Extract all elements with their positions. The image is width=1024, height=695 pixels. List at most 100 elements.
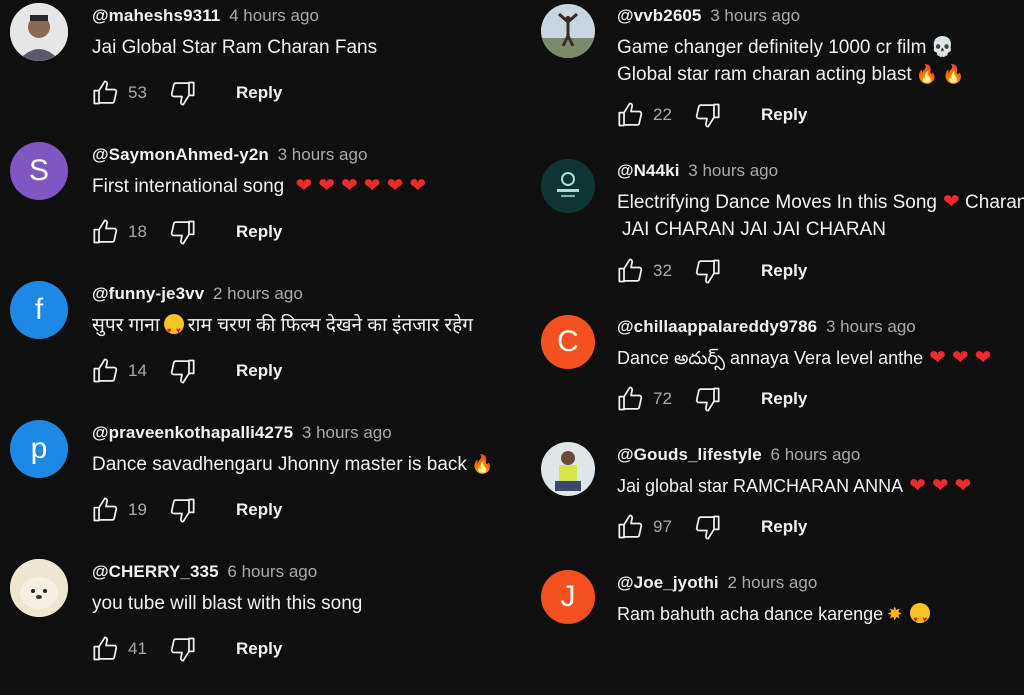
thumbs-up-icon bbox=[93, 219, 118, 244]
like-button[interactable] bbox=[92, 496, 120, 524]
heart-emoji-icon: ❤ bbox=[409, 175, 427, 197]
timestamp[interactable]: 3 hours ago bbox=[826, 317, 916, 336]
reply-button[interactable]: Reply bbox=[761, 105, 807, 125]
like-count: 72 bbox=[653, 389, 672, 408]
comment-item: C @chillaappalareddy9786 3 hours ago Dan… bbox=[520, 311, 1024, 450]
collision-emoji-icon: ✸ bbox=[887, 604, 903, 624]
timestamp[interactable]: 3 hours ago bbox=[710, 6, 800, 25]
author-handle[interactable]: @N44ki bbox=[617, 161, 680, 180]
author-handle[interactable]: @SaymonAhmed-y2n bbox=[92, 145, 269, 164]
thumbs-up-icon bbox=[618, 514, 643, 539]
heart-emoji-icon: ❤ bbox=[341, 175, 358, 197]
thumbs-down-icon bbox=[170, 81, 195, 106]
comment-text-content: Ram bahuth acha dance karenge bbox=[617, 604, 884, 624]
comment-line: Electrifying Dance Moves In this Song ❤ C… bbox=[617, 189, 1024, 216]
dislike-button[interactable] bbox=[693, 385, 721, 413]
comment-item: J @Joe_jyothi 2 hours ago Ram bahuth ach… bbox=[520, 567, 1024, 683]
comment-header: @maheshs9311 4 hours ago bbox=[92, 6, 319, 26]
comment-header: @funny-je3vv 2 hours ago bbox=[92, 284, 303, 304]
author-handle[interactable]: @CHERRY_335 bbox=[92, 562, 219, 581]
dislike-button[interactable] bbox=[693, 513, 721, 541]
like-button[interactable] bbox=[617, 101, 645, 129]
comment-text: Ram bahuth acha dance karenge ✸ bbox=[617, 601, 934, 633]
dislike-button[interactable] bbox=[693, 257, 721, 285]
timestamp[interactable]: 6 hours ago bbox=[771, 445, 861, 464]
author-handle[interactable]: @praveenkothapalli4275 bbox=[92, 423, 293, 442]
reply-button[interactable]: Reply bbox=[236, 222, 282, 242]
avatar[interactable] bbox=[10, 3, 68, 61]
comment-text-content: First international song bbox=[92, 176, 285, 197]
author-handle[interactable]: @funny-je3vv bbox=[92, 284, 204, 303]
reply-button[interactable]: Reply bbox=[761, 261, 807, 281]
timestamp[interactable]: 3 hours ago bbox=[278, 145, 368, 164]
reply-button[interactable]: Reply bbox=[236, 500, 282, 520]
heart-emoji-icon: ❤ bbox=[363, 175, 381, 197]
comment-line: Global star ram charan acting blast 🔥 🔥 bbox=[617, 61, 964, 88]
comment-text: First international song ❤ ❤ ❤ ❤ ❤ ❤ bbox=[92, 173, 426, 200]
comment-actions: 72 Reply bbox=[617, 384, 807, 414]
thumbs-down-icon bbox=[695, 259, 720, 284]
reply-button[interactable]: Reply bbox=[236, 361, 282, 381]
comment-text: Electrifying Dance Moves In this Song ❤ C… bbox=[617, 189, 1024, 243]
reply-button[interactable]: Reply bbox=[761, 389, 807, 409]
thumbs-down-icon bbox=[170, 220, 195, 245]
timestamp[interactable]: 4 hours ago bbox=[229, 6, 319, 25]
comment-text: Jai global star RAMCHARAN ANNA ❤ ❤ ❤ bbox=[617, 473, 971, 500]
comment-text-part: राम चरण की फिल्म देखने का इंतजार रहेग bbox=[187, 315, 473, 336]
fire-emoji-icon: 🔥 bbox=[915, 64, 939, 84]
comment-header: @Joe_jyothi 2 hours ago bbox=[617, 573, 817, 593]
reply-button[interactable]: Reply bbox=[236, 639, 282, 659]
avatar[interactable]: S bbox=[10, 142, 68, 200]
avatar[interactable]: p bbox=[10, 420, 68, 478]
author-handle[interactable]: @chillaappalareddy9786 bbox=[617, 317, 817, 336]
avatar[interactable] bbox=[541, 159, 595, 213]
dislike-button[interactable] bbox=[168, 635, 196, 663]
avatar[interactable]: C bbox=[541, 315, 595, 369]
avatar[interactable]: J bbox=[541, 570, 595, 624]
thumbs-up-icon bbox=[93, 497, 118, 522]
like-button[interactable] bbox=[617, 257, 645, 285]
comment-text-content: Dance అదుర్స్ annaya Vera level anthe bbox=[617, 348, 924, 368]
avatar[interactable] bbox=[541, 4, 595, 58]
heart-emoji-icon: ❤ bbox=[951, 347, 969, 369]
comment-text-part: सुपर गाना bbox=[92, 315, 160, 336]
comment-header: @praveenkothapalli4275 3 hours ago bbox=[92, 423, 392, 443]
timestamp[interactable]: 2 hours ago bbox=[213, 284, 303, 303]
like-button[interactable] bbox=[617, 513, 645, 541]
timestamp[interactable]: 3 hours ago bbox=[302, 423, 392, 442]
dislike-button[interactable] bbox=[168, 218, 196, 246]
fire-emoji-icon: 🔥 bbox=[942, 64, 965, 84]
reply-button[interactable]: Reply bbox=[761, 517, 807, 537]
timestamp[interactable]: 3 hours ago bbox=[688, 161, 778, 180]
like-button[interactable] bbox=[92, 635, 120, 663]
timestamp[interactable]: 6 hours ago bbox=[227, 562, 317, 581]
comment-item: @Gouds_lifestyle 6 hours ago Jai global … bbox=[520, 439, 1024, 578]
author-handle[interactable]: @Joe_jyothi bbox=[617, 573, 719, 592]
dislike-button[interactable] bbox=[693, 101, 721, 129]
comment-text-content: Global star ram charan acting blast bbox=[617, 64, 912, 85]
author-handle[interactable]: @maheshs9311 bbox=[92, 6, 220, 25]
like-button[interactable] bbox=[617, 385, 645, 413]
comment-item: @vvb2605 3 hours ago Game changer defini… bbox=[520, 0, 1024, 139]
like-count: 22 bbox=[653, 105, 672, 124]
comment-header: @chillaappalareddy9786 3 hours ago bbox=[617, 317, 916, 337]
avatar[interactable] bbox=[541, 442, 595, 496]
like-button[interactable] bbox=[92, 79, 120, 107]
comment-text: Game changer definitely 1000 cr film 💀 Gl… bbox=[617, 34, 964, 88]
avatar[interactable] bbox=[10, 559, 68, 617]
like-button[interactable] bbox=[92, 357, 120, 385]
heart-emoji-icon: ❤ bbox=[318, 175, 336, 197]
comment-actions: 19 Reply bbox=[92, 495, 282, 525]
like-count: 19 bbox=[128, 500, 147, 519]
heart-emoji-icon: ❤ bbox=[931, 475, 949, 497]
like-button[interactable] bbox=[92, 218, 120, 246]
dislike-button[interactable] bbox=[168, 357, 196, 385]
dislike-button[interactable] bbox=[168, 496, 196, 524]
timestamp[interactable]: 2 hours ago bbox=[728, 573, 818, 592]
comment-actions: 14 Reply bbox=[92, 356, 282, 386]
avatar[interactable]: f bbox=[10, 281, 68, 339]
author-handle[interactable]: @vvb2605 bbox=[617, 6, 702, 25]
author-handle[interactable]: @Gouds_lifestyle bbox=[617, 445, 762, 464]
dislike-button[interactable] bbox=[168, 79, 196, 107]
reply-button[interactable]: Reply bbox=[236, 83, 282, 103]
